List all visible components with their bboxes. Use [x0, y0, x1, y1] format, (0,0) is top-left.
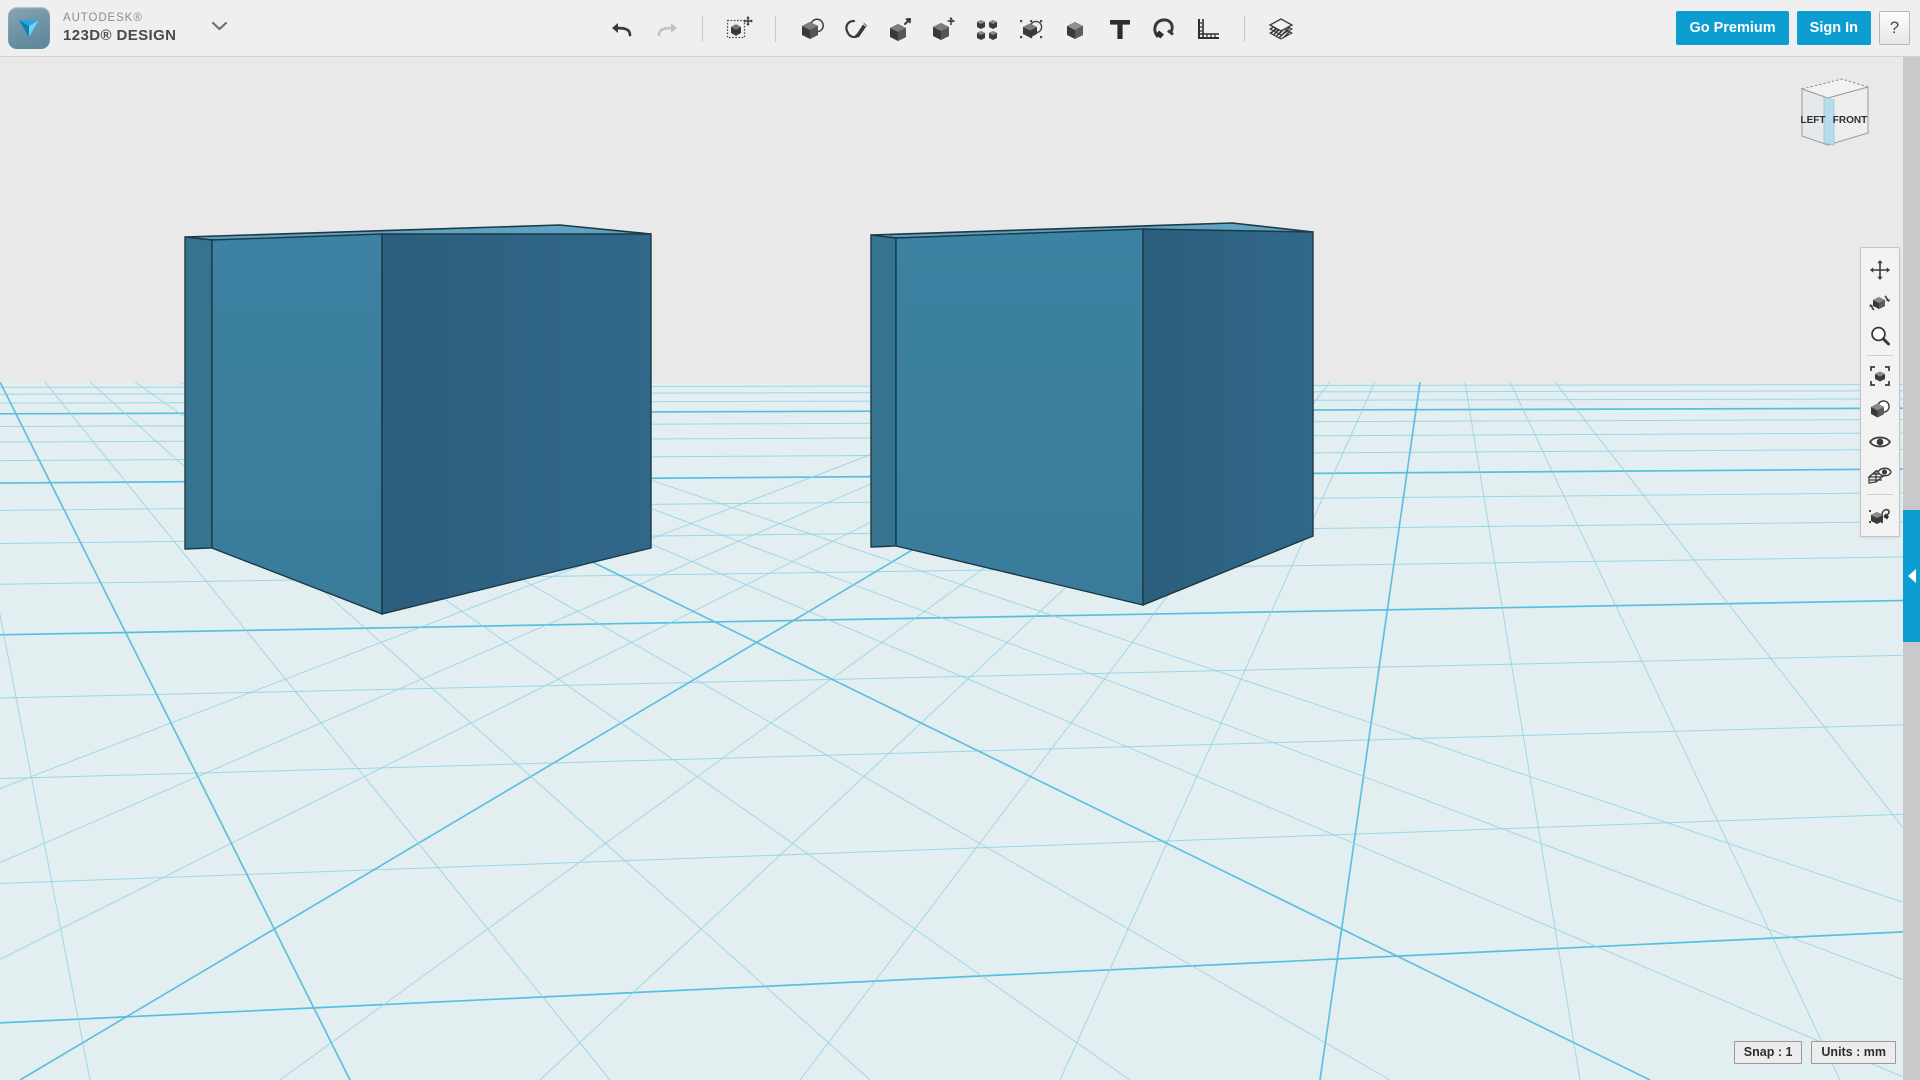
units-status[interactable]: Units : mm — [1811, 1041, 1896, 1064]
nav-grid[interactable] — [1861, 458, 1899, 491]
app-header: AUTODESK® 123D® DESIGN Go Premium Sign I… — [0, 0, 1920, 57]
viewport-canvas[interactable]: LEFT FRONT Snap: 1 Units: mm — [0, 57, 1920, 1080]
sketch-button[interactable] — [834, 9, 878, 49]
box-2[interactable] — [870, 222, 1314, 607]
combine-button[interactable] — [1054, 9, 1098, 49]
nav-fit[interactable] — [1861, 359, 1899, 392]
primitives-button[interactable] — [790, 9, 834, 49]
nav-material[interactable] — [1861, 498, 1899, 531]
snap-status[interactable]: Snap : 1 — [1733, 1041, 1803, 1064]
materials-button[interactable] — [1259, 9, 1303, 49]
123d-logo-icon — [8, 7, 50, 49]
brand-company: AUTODESK® — [63, 11, 143, 24]
toolbar-separator — [775, 15, 776, 42]
chevron-left-icon — [1907, 569, 1916, 583]
nav-pan[interactable] — [1861, 253, 1899, 286]
go-premium-button[interactable]: Go Premium — [1676, 11, 1789, 45]
viewcube-left-label: LEFT — [1801, 115, 1826, 126]
brand-text: AUTODESK® 123D® DESIGN — [63, 11, 177, 45]
toolbar-separator — [702, 15, 703, 42]
status-bar: Snap : 1 Units : mm — [1733, 1041, 1896, 1064]
pattern-button[interactable] — [966, 9, 1010, 49]
brand-block[interactable]: AUTODESK® 123D® DESIGN — [8, 4, 229, 52]
toolbar-separator — [1244, 15, 1245, 42]
main-toolbar — [600, 0, 1303, 57]
measure-button[interactable] — [1186, 9, 1230, 49]
nav-separator — [1867, 355, 1893, 356]
nav-visual-style[interactable] — [1861, 392, 1899, 425]
3d-scene — [0, 57, 1920, 1080]
snap-button[interactable] — [1142, 9, 1186, 49]
help-button[interactable]: ? — [1879, 11, 1910, 45]
modify-button[interactable] — [922, 9, 966, 49]
brand-product: 123D® DESIGN — [63, 27, 177, 45]
view-cube[interactable]: LEFT FRONT — [1780, 67, 1876, 157]
grouping-button[interactable] — [1010, 9, 1054, 49]
header-actions: Go Premium Sign In ? — [1676, 11, 1910, 45]
box-1[interactable] — [184, 224, 652, 616]
viewcube-front-label: FRONT — [1833, 115, 1867, 126]
construct-button[interactable] — [878, 9, 922, 49]
undo-button[interactable] — [600, 9, 644, 49]
text-button[interactable] — [1098, 9, 1142, 49]
chevron-down-icon[interactable] — [210, 19, 229, 37]
sign-in-button[interactable]: Sign In — [1796, 11, 1871, 45]
transform-button[interactable] — [717, 9, 761, 49]
nav-zoom[interactable] — [1861, 319, 1899, 352]
nav-orbit[interactable] — [1861, 286, 1899, 319]
right-panel-expander[interactable] — [1903, 510, 1920, 642]
navigation-bar — [1860, 247, 1900, 537]
redo-button[interactable] — [644, 9, 688, 49]
nav-visibility[interactable] — [1861, 425, 1899, 458]
nav-separator — [1867, 494, 1893, 495]
app-root: AUTODESK® 123D® DESIGN Go Premium Sign I… — [0, 0, 1920, 1080]
